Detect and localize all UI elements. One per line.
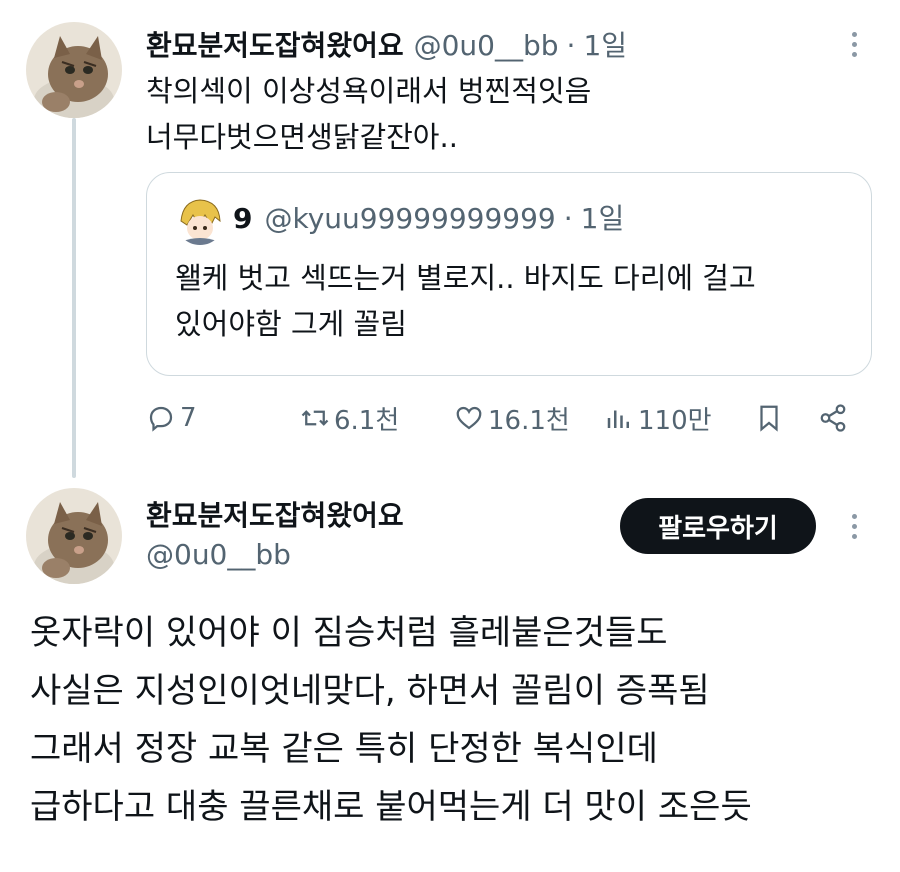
user-handle[interactable]: @0u0__bb: [414, 29, 559, 62]
quoted-text: 왤케 벗고 섹뜨는거 별로지.. 바지도 다리에 걸고 있어야함 그게 꼴림: [175, 255, 756, 347]
like-button[interactable]: 16.1천: [454, 396, 570, 440]
tweet-text-line: 급하다고 대충 끌른채로 붙어먹는게 더 맛이 조은듯: [30, 787, 752, 827]
avatar[interactable]: [26, 488, 122, 584]
quoted-tweet[interactable]: 9 @kyuu99999999999 · 1일 왤케 벗고 섹뜨는거 별로지..…: [146, 172, 872, 376]
tweet-text: 착의섹이 이상성욕이래서 벙찐적잇음 너무다벗으면생닭같잔아..: [146, 68, 866, 160]
avatar[interactable]: [26, 22, 122, 118]
tweet-actions: 7 6.1천 16.1천 110만: [146, 396, 872, 440]
separator: ·: [566, 29, 576, 62]
tweet-time[interactable]: 1일: [583, 24, 627, 64]
views-count: 110만: [638, 405, 712, 436]
more-icon[interactable]: [834, 24, 874, 64]
views-button[interactable]: 110만: [604, 396, 712, 440]
bookmark-icon: [760, 405, 778, 432]
quoted-time: 1일: [580, 202, 625, 235]
display-name[interactable]: 환묘분저도잡혀왔어요: [146, 494, 404, 534]
quoted-handle: @kyuu99999999999: [264, 202, 556, 235]
share-icon: [820, 404, 846, 432]
retweet-icon: [301, 410, 329, 426]
quoted-text-line: 왤케 벗고 섹뜨는거 별로지.. 바지도 다리에 걸고: [175, 261, 756, 295]
thread-connector-line: [72, 118, 76, 478]
tweet-text-line: 사실은 지성인이엇네맞다, 하면서 꼴림이 증폭됨: [30, 671, 710, 711]
quoted-display-name: 9: [233, 202, 253, 235]
tweet-text: 옷자락이 있어야 이 짐승처럼 흘레붙은것들도 사실은 지성인이엇네맞다, 하면…: [30, 604, 880, 836]
views-icon: [607, 410, 629, 428]
quoted-text-line: 있어야함 그게 꼴림: [175, 307, 407, 341]
tweet-text-line: 너무다벗으면생닭같잔아..: [146, 120, 458, 154]
reply-count: 7: [180, 403, 197, 433]
tweet-text-line: 그래서 정장 교복 같은 특히 단정한 복식인데: [30, 729, 658, 769]
heart-icon: [456, 406, 482, 430]
display-name[interactable]: 환묘분저도잡혀왔어요: [146, 24, 404, 64]
quoted-header: 9 @kyuu99999999999 · 1일: [233, 197, 624, 237]
more-icon[interactable]: [834, 506, 874, 546]
tweet-text-line: 옷자락이 있어야 이 짐승처럼 흘레붙은것들도: [30, 613, 668, 653]
retweet-button[interactable]: 6.1천: [300, 396, 399, 440]
tweet-header: 환묘분저도잡혀왔어요 @0u0__bb · 1일: [146, 24, 627, 64]
user-handle[interactable]: @0u0__bb: [146, 538, 291, 571]
reply-icon: [149, 406, 173, 432]
tweet-text-line: 착의섹이 이상성욕이래서 벙찐적잇음: [146, 74, 592, 108]
retweet-count: 6.1천: [334, 405, 400, 436]
share-button[interactable]: [818, 396, 848, 440]
separator: ·: [563, 202, 573, 235]
quoted-avatar: [175, 195, 225, 245]
follow-button[interactable]: 팔로우하기: [620, 498, 816, 554]
reply-button[interactable]: 7: [146, 396, 197, 440]
like-count: 16.1천: [488, 405, 570, 436]
bookmark-button[interactable]: [754, 396, 784, 440]
